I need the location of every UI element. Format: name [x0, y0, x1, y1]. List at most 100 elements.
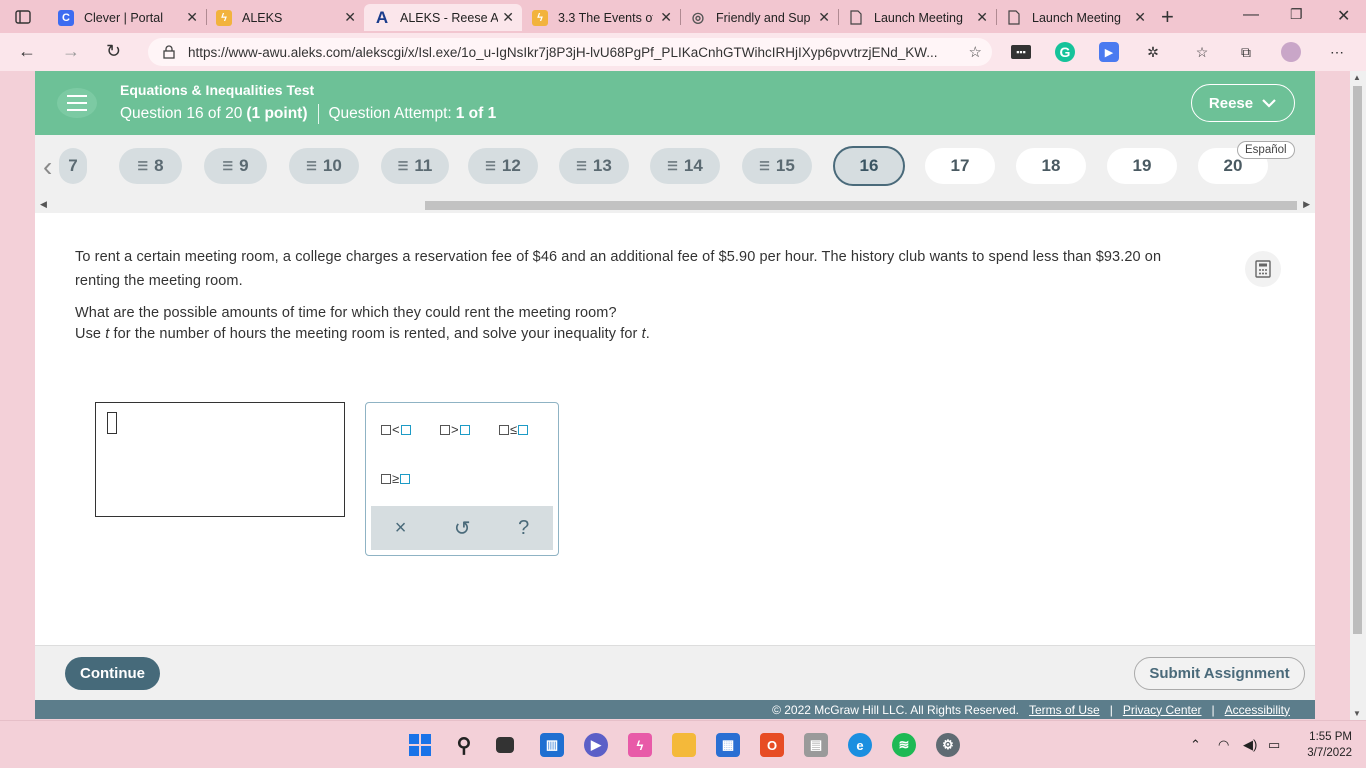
windows-start-icon[interactable] — [408, 733, 432, 757]
question-button-13[interactable]: ☰ 13 — [559, 148, 629, 184]
widgets-icon[interactable]: ▥ — [540, 733, 564, 757]
minimize-icon[interactable]: — — [1243, 6, 1259, 24]
question-button-18[interactable]: 18 — [1016, 148, 1086, 184]
tab-friendly[interactable]: ◎ Friendly and Sup ✕ — [680, 4, 838, 31]
calculator-icon[interactable] — [1245, 251, 1281, 287]
symbol: > — [451, 422, 459, 437]
extension-icon[interactable]: ▪▪▪ — [1011, 45, 1031, 59]
scroll-up-icon[interactable]: ▲ — [1353, 73, 1361, 82]
user-menu-button[interactable]: Reese — [1191, 84, 1295, 122]
question-button-16-current[interactable]: 16 — [833, 146, 905, 186]
close-tab-icon[interactable]: ✕ — [1134, 9, 1146, 26]
aleks-lightning-icon: ϟ — [216, 9, 232, 26]
scrollbar-thumb[interactable] — [425, 201, 1297, 210]
clear-icon[interactable]: × — [395, 517, 407, 540]
help-icon[interactable]: ? — [518, 517, 529, 540]
menu-icon[interactable] — [57, 88, 97, 118]
tab-launch-meeting-2[interactable]: Launch Meeting ✕ — [996, 4, 1154, 31]
accessibility-link[interactable]: Accessibility — [1225, 703, 1290, 717]
scroll-down-icon[interactable]: ▼ — [1353, 709, 1361, 718]
edge-browser-icon[interactable]: e — [848, 733, 872, 757]
question-button-9[interactable]: ☰ 9 — [204, 148, 267, 184]
chat-icon[interactable]: ▶ — [584, 733, 608, 757]
question-nav-scrollbar[interactable]: ◀ ▶ — [35, 197, 1315, 211]
task-view-icon[interactable] — [496, 737, 514, 753]
back-icon[interactable]: ← — [18, 41, 36, 62]
question-button-8[interactable]: ☰ 8 — [119, 148, 182, 184]
scrollbar-thumb[interactable] — [1353, 86, 1362, 634]
new-tab-icon[interactable]: + — [1161, 4, 1174, 30]
volume-icon[interactable]: ◀) — [1243, 737, 1257, 753]
test-title: Equations & Inequalities Test — [120, 82, 315, 98]
system-clock[interactable]: 1:55 PM 3/7/2022 — [1300, 729, 1352, 761]
address-bar[interactable]: https://www-awu.aleks.com/alekscgi/x/Isl… — [148, 38, 992, 66]
question-button-14[interactable]: ☰ 14 — [650, 148, 720, 184]
chevron-left-icon[interactable]: ‹ — [43, 151, 52, 183]
greater-than-or-equal-button[interactable]: ≥ — [381, 471, 411, 486]
close-tab-icon[interactable]: ✕ — [186, 9, 198, 26]
store-icon[interactable]: ▦ — [716, 733, 740, 757]
greater-than-button[interactable]: > — [440, 422, 470, 437]
wifi-icon[interactable]: ◠ — [1218, 737, 1229, 753]
privacy-link[interactable]: Privacy Center — [1123, 703, 1202, 717]
scroll-left-icon[interactable]: ◀ — [40, 199, 47, 210]
tab-title: ALEKS — [242, 10, 283, 25]
continue-button[interactable]: Continue — [65, 657, 160, 690]
question-button-17[interactable]: 17 — [925, 148, 995, 184]
submit-assignment-button[interactable]: Submit Assignment — [1134, 657, 1305, 690]
file-explorer-icon[interactable] — [672, 733, 696, 757]
settings-gear-icon[interactable]: ⚙ — [936, 733, 960, 757]
close-tab-icon[interactable]: ✕ — [976, 9, 988, 26]
document-icon — [848, 10, 864, 26]
extensions-puzzle-icon[interactable]: ✲ — [1143, 42, 1163, 62]
question-text: To rent a certain meeting room, a colleg… — [75, 245, 1205, 345]
restore-icon[interactable]: ❐ — [1290, 6, 1303, 23]
search-icon[interactable]: ⚲ — [452, 733, 476, 757]
question-button-7[interactable]: 7 — [59, 148, 87, 184]
question-button-15[interactable]: ☰ 15 — [742, 148, 812, 184]
collections-icon[interactable]: ⧉ — [1236, 42, 1256, 62]
url-text: https://www-awu.aleks.com/alekscgi/x/Isl… — [188, 44, 938, 60]
tab-launch-meeting-1[interactable]: Launch Meeting ✕ — [838, 4, 996, 31]
question-button-19[interactable]: 19 — [1107, 148, 1177, 184]
question-number: 8 — [154, 156, 164, 175]
close-tab-icon[interactable]: ✕ — [502, 9, 514, 26]
more-menu-icon[interactable]: ⋯ — [1327, 42, 1347, 62]
video-extension-icon[interactable]: ▶ — [1099, 42, 1119, 62]
question-button-12[interactable]: ☰ 12 — [468, 148, 538, 184]
close-tab-icon[interactable]: ✕ — [818, 9, 830, 26]
add-favorite-icon[interactable]: ☆ — [969, 43, 982, 61]
spending-limit: $93.20 — [1095, 249, 1141, 265]
tab-aleks-reese[interactable]: A ALEKS - Reese Al ✕ — [364, 4, 522, 31]
profile-avatar-icon[interactable] — [1281, 42, 1301, 62]
grammarly-icon[interactable]: G — [1055, 42, 1075, 62]
tab-events[interactable]: ϟ 3.3 The Events of ✕ — [522, 4, 680, 31]
tab-aleks[interactable]: ϟ ALEKS ✕ — [206, 4, 364, 31]
language-toggle[interactable]: Español — [1237, 141, 1295, 159]
forward-icon[interactable]: → — [62, 41, 80, 62]
tab-actions-icon[interactable] — [10, 6, 36, 28]
question-button-10[interactable]: ☰ 10 — [289, 148, 359, 184]
close-tab-icon[interactable]: ✕ — [660, 9, 672, 26]
office-icon[interactable]: O — [760, 733, 784, 757]
scroll-right-icon[interactable]: ▶ — [1303, 199, 1310, 210]
chevron-up-icon[interactable]: ⌃ — [1190, 737, 1201, 753]
terms-link[interactable]: Terms of Use — [1029, 703, 1100, 717]
battery-icon[interactable]: ▭ — [1268, 737, 1280, 753]
input-cursor — [107, 412, 117, 434]
undo-icon[interactable]: ↺ — [454, 516, 471, 541]
app-icon[interactable]: ϟ — [628, 733, 652, 757]
spotify-icon[interactable]: ≋ — [892, 733, 916, 757]
answer-input[interactable] — [95, 402, 345, 517]
close-tab-icon[interactable]: ✕ — [344, 9, 356, 26]
question-button-11[interactable]: ☰ 11 — [381, 148, 449, 184]
close-window-icon[interactable]: ✕ — [1337, 6, 1350, 26]
less-than-button[interactable]: < — [381, 422, 411, 437]
tab-clever[interactable]: C Clever | Portal ✕ — [48, 4, 206, 31]
favorites-icon[interactable]: ☆ — [1192, 42, 1212, 62]
page-scrollbar[interactable]: ▲ ▼ — [1350, 71, 1366, 720]
refresh-icon[interactable]: ↻ — [106, 41, 121, 62]
app-icon[interactable]: ▤ — [804, 733, 828, 757]
points-label: (1 point) — [246, 105, 308, 122]
less-than-or-equal-button[interactable]: ≤ — [499, 422, 529, 437]
